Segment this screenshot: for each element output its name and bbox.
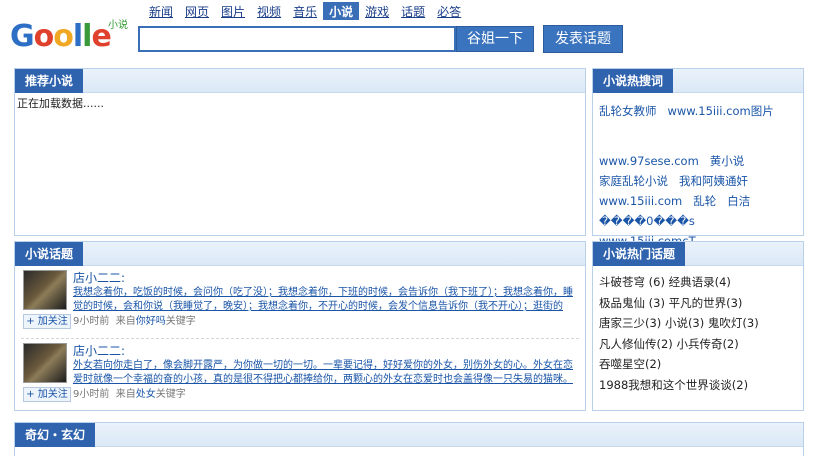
hot-search-line (599, 121, 797, 141)
loading-text: 正在加载数据...... (17, 97, 104, 110)
logo-tag: 小说 (108, 20, 128, 31)
hot-search-line: www.97sese.com 黄小说 (599, 151, 797, 171)
fantasy-title: 奇幻・玄幻 (15, 423, 96, 447)
topic-time: 9小时前 (73, 389, 110, 400)
topic-meta: 9小时前 来自处女关键字 (73, 389, 186, 400)
topic-item: + 加关注 店小二二: 外女若向你走白了，像会脚开露严，为你做一切的一切。一辈要… (15, 339, 585, 411)
hot-search-panel: 小说热搜词 乱轮女教师 www.15iii.com图片 www.97sese.c… (592, 68, 804, 248)
topics-panel: 小说话题 + 加关注 店小二二: 我想念着你，吃饭的时候，会问你（吃了没）；我想… (14, 241, 586, 411)
topic-source-link[interactable]: 处女 (136, 389, 156, 400)
topic-text[interactable]: 我想念着你，吃饭的时候，会问你（吃了没）；我想念着你，下班的时候，会告诉你（我下… (73, 286, 579, 314)
hot-search-link[interactable]: www.15iii.com (599, 194, 682, 208)
hot-topic-line[interactable]: 斗破苍穹 (6) 经典语录(4) (599, 272, 797, 293)
nav-item-news[interactable]: 新闻 (143, 2, 179, 20)
hot-search-link[interactable]: ����0���s (599, 214, 695, 228)
follow-button[interactable]: + 加关注 (23, 314, 71, 329)
fantasy-panel: 奇幻・玄幻 (14, 422, 804, 456)
topic-meta: 9小时前 来自你好吗关键字 (73, 316, 196, 327)
topic-item: + 加关注 店小二二: 我想念着你，吃饭的时候，会问你（吃了没）；我想念着你，下… (15, 266, 585, 338)
nav-item-video[interactable]: 视频 (251, 2, 287, 20)
hot-topic-line[interactable]: 凡人修仙传(2) 小兵传奇(2) (599, 334, 797, 355)
hot-search-line: 乱轮女教师 www.15iii.com图片 (599, 101, 797, 121)
topics-title: 小说话题 (15, 242, 84, 266)
topics-header: 小说话题 (15, 242, 585, 266)
hot-topics-list: 斗破苍穹 (6) 经典语录(4) 极品鬼仙 (3) 平凡的世界(3) 唐家三少(… (593, 266, 803, 401)
hot-search-link[interactable]: 白洁 (727, 194, 750, 208)
hot-search-link[interactable]: www.15iii.com图片 (667, 104, 773, 118)
logo[interactable]: Goolle 小说 (10, 12, 128, 56)
topic-time: 9小时前 (73, 316, 110, 327)
topic-source-link[interactable]: 你好吗 (136, 316, 166, 327)
hot-topic-line[interactable]: 吞噬星空(2) (599, 354, 797, 375)
search-input[interactable] (138, 26, 456, 52)
hot-search-list: 乱轮女教师 www.15iii.com图片 www.97sese.com 黄小说… (593, 93, 803, 251)
hot-search-link[interactable]: 我和阿姨通奸 (679, 174, 748, 188)
nav-item-music[interactable]: 音乐 (287, 2, 323, 20)
hot-search-line: www.15iii.com 乱轮 白洁 (599, 191, 797, 211)
hot-search-link[interactable]: 乱轮女教师 (599, 104, 657, 118)
hot-search-link[interactable]: 黄小说 (710, 154, 745, 168)
recommend-panel: 推荐小说 正在加载数据...... (14, 68, 586, 236)
hot-search-link[interactable]: 乱轮 (693, 194, 716, 208)
recommend-header: 推荐小说 (15, 69, 585, 93)
nav-item-answers[interactable]: 必答 (431, 2, 467, 20)
nav-item-images[interactable]: 图片 (215, 2, 251, 20)
nav-item-games[interactable]: 游戏 (359, 2, 395, 20)
nav-item-web[interactable]: 网页 (179, 2, 215, 20)
hot-topics-title: 小说热门话题 (593, 242, 686, 266)
avatar[interactable] (23, 270, 67, 310)
nav-item-topics[interactable]: 话题 (395, 2, 431, 20)
topic-author[interactable]: 店小二二: (73, 270, 579, 286)
nav-item-novel[interactable]: 小说 (323, 2, 360, 20)
hot-topics-header: 小说热门话题 (593, 242, 803, 266)
hot-search-title: 小说热搜词 (593, 69, 674, 93)
post-topic-button[interactable]: 发表话题 (543, 25, 623, 53)
hot-search-header: 小说热搜词 (593, 69, 803, 93)
logo-text: Goolle (10, 19, 112, 54)
topic-author[interactable]: 店小二二: (73, 343, 579, 359)
hot-topic-line[interactable]: 唐家三少(3) 小说(3) 鬼吹灯(3) (599, 313, 797, 334)
topic-text[interactable]: 外女若向你走白了，像会脚开露严，为你做一切的一切。一辈要记得，好好爱你的外女，别… (73, 359, 579, 387)
recommend-title: 推荐小说 (15, 69, 84, 93)
hot-topic-line[interactable]: 1988我想和这个世界谈谈(2) (599, 375, 797, 396)
hot-topics-panel: 小说热门话题 斗破苍穹 (6) 经典语录(4) 极品鬼仙 (3) 平凡的世界(3… (592, 241, 804, 411)
hot-search-link[interactable]: 家庭乱轮小说 (599, 174, 668, 188)
hot-topic-line[interactable]: 极品鬼仙 (3) 平凡的世界(3) (599, 293, 797, 314)
hot-search-link[interactable]: www.97sese.com (599, 154, 699, 168)
follow-button[interactable]: + 加关注 (23, 387, 71, 402)
search-button[interactable]: 谷姐一下 (456, 26, 534, 52)
avatar[interactable] (23, 343, 67, 383)
top-nav: 新闻 网页 图片 视频 音乐 小说 游戏 话题 必答 (143, 2, 467, 20)
fantasy-header: 奇幻・玄幻 (15, 423, 803, 447)
hot-search-line: 家庭乱轮小说 我和阿姨通奸 (599, 171, 797, 191)
